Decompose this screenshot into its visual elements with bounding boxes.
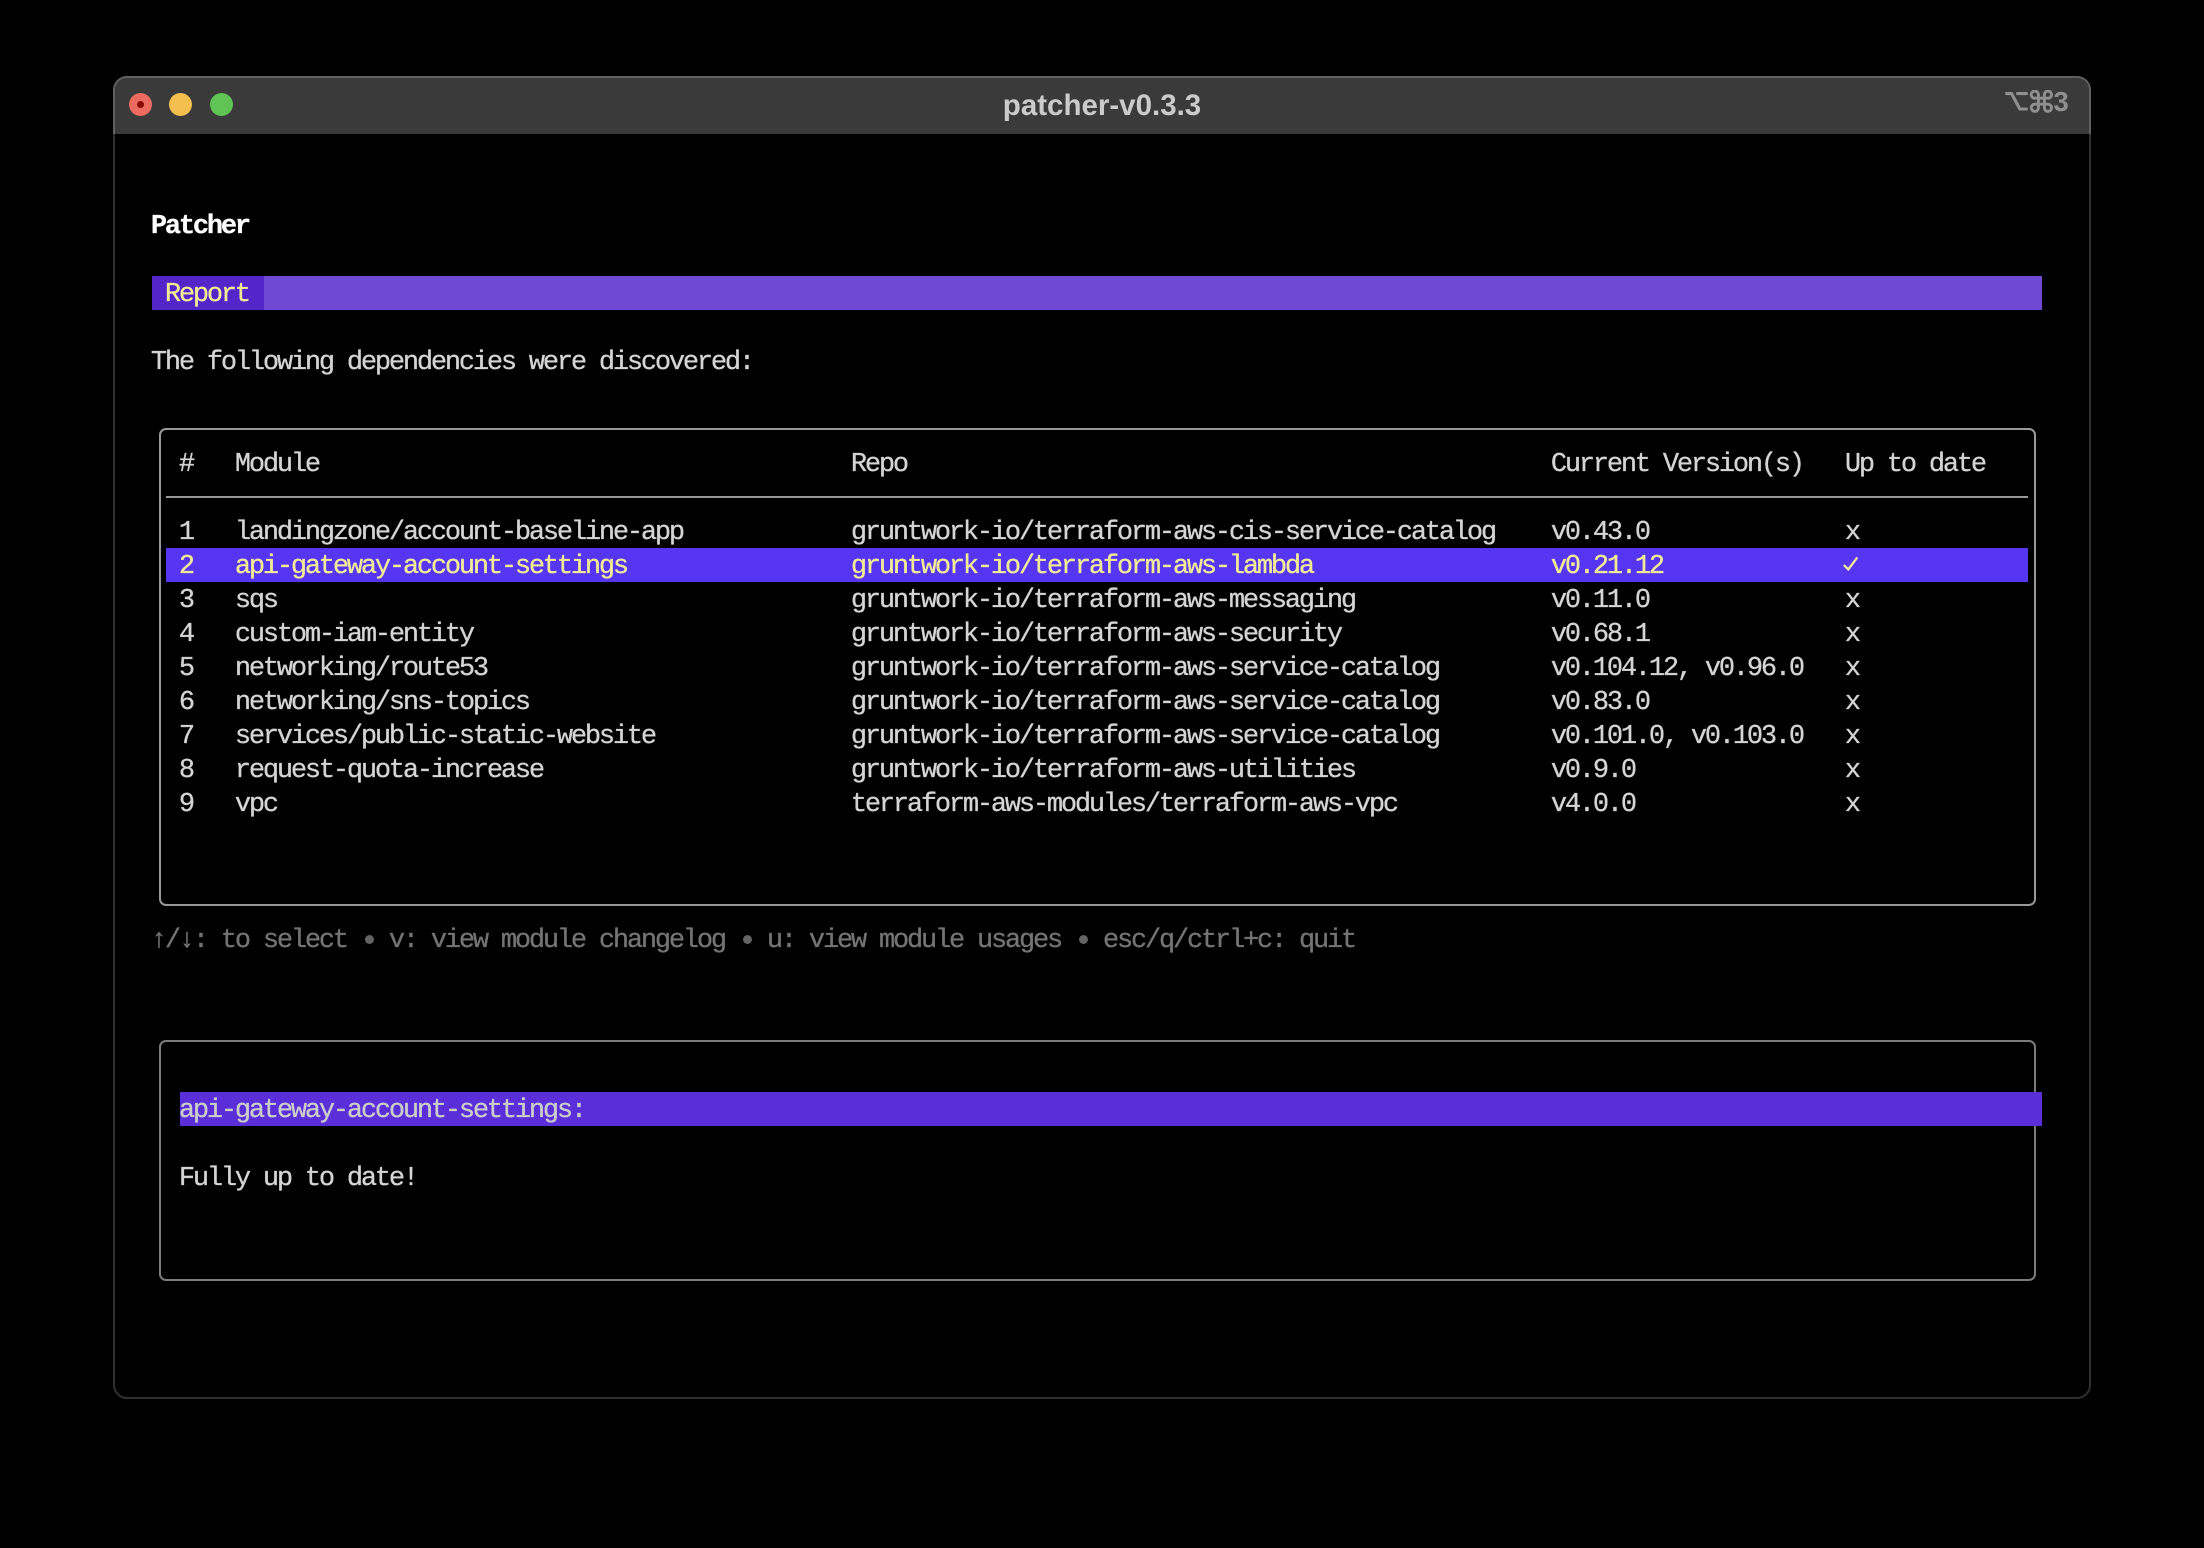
svg-text:3: 3 [2054, 90, 2069, 116]
